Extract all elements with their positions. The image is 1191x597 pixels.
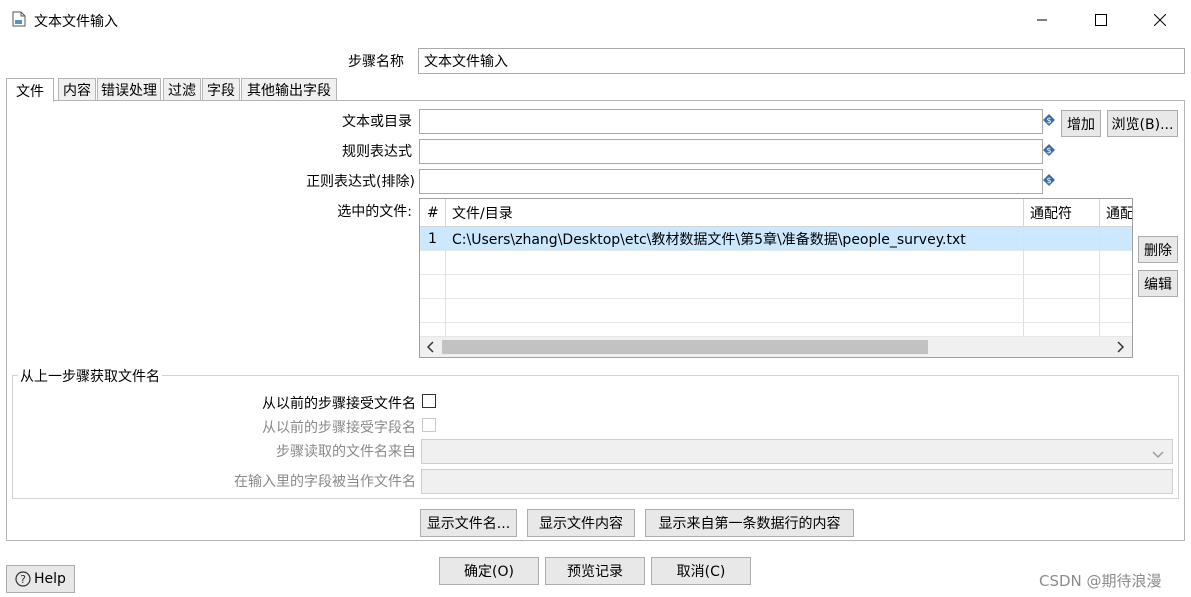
- field-as-filename-input[interactable]: [421, 469, 1173, 494]
- cancel-button[interactable]: 取消(C): [651, 557, 751, 585]
- show-filenames-button[interactable]: 显示文件名...: [420, 509, 517, 537]
- accept-fieldnames-checkbox[interactable]: [422, 418, 436, 432]
- variable-diamond-icon: $: [1043, 174, 1055, 190]
- field-as-filename-label: 在输入里的字段被当作文件名: [234, 474, 416, 490]
- row-wildcard-exclude[interactable]: [1100, 227, 1132, 251]
- horizontal-scrollbar[interactable]: [420, 337, 1132, 357]
- delete-button[interactable]: 删除: [1138, 236, 1178, 263]
- edit-button[interactable]: 编辑: [1138, 270, 1178, 297]
- window-title: 文本文件输入: [34, 14, 118, 30]
- watermark: CSDN @期待浪漫: [1039, 572, 1162, 590]
- scrollbar-thumb[interactable]: [442, 340, 928, 354]
- step-name-label: 步骤名称: [348, 54, 404, 70]
- svg-text:$: $: [1046, 176, 1051, 185]
- table-row: [420, 275, 1132, 299]
- step-source-label: 步骤读取的文件名来自: [276, 444, 416, 460]
- table-row: [420, 323, 1132, 337]
- svg-text:$: $: [1046, 116, 1051, 125]
- svg-text:?: ?: [20, 573, 26, 586]
- table-row: [420, 251, 1132, 275]
- regex-exclude-input[interactable]: [419, 169, 1043, 194]
- tab-other-output-fields[interactable]: 其他输出字段: [241, 78, 337, 100]
- column-header-wildcard-exclude[interactable]: 通配: [1100, 199, 1132, 227]
- ok-button[interactable]: 确定(O): [439, 557, 539, 585]
- show-first-row-button[interactable]: 显示来自第一条数据行的内容: [645, 509, 854, 537]
- title-bar: 文本文件输入: [0, 0, 1191, 40]
- minimize-button[interactable]: [1020, 6, 1064, 34]
- file-or-dir-label: 文本或目录: [342, 114, 412, 130]
- svg-text:$: $: [1046, 146, 1051, 155]
- step-name-input[interactable]: 文本文件输入: [418, 48, 1185, 74]
- show-file-content-button[interactable]: 显示文件内容: [527, 509, 635, 537]
- variable-diamond-icon: $: [1043, 144, 1055, 160]
- accept-filenames-label: 从以前的步骤接受文件名: [262, 396, 416, 412]
- selected-files-label: 选中的文件:: [337, 204, 412, 220]
- tab-fields[interactable]: 字段: [202, 78, 240, 100]
- tab-error-handling[interactable]: 错误处理: [97, 78, 161, 100]
- close-button[interactable]: [1138, 6, 1182, 34]
- preview-button[interactable]: 预览记录: [545, 557, 645, 585]
- prev-step-group-title: 从上一步骤获取文件名: [18, 366, 162, 386]
- row-file-path[interactable]: C:\Users\zhang\Desktop\etc\教材数据文件\第5章\准备…: [446, 227, 1024, 251]
- column-header-file-dir[interactable]: 文件/目录: [446, 199, 1024, 227]
- help-label: Help: [34, 571, 66, 587]
- question-circle-icon: ?: [15, 571, 31, 587]
- document-icon: [12, 11, 26, 31]
- column-header-index[interactable]: #: [420, 199, 446, 227]
- regex-input[interactable]: [419, 139, 1043, 164]
- file-or-dir-input[interactable]: [419, 109, 1043, 134]
- tab-content[interactable]: 内容: [58, 78, 96, 100]
- chevron-left-icon[interactable]: [426, 341, 434, 357]
- row-index: 1: [420, 227, 446, 251]
- accept-filenames-checkbox[interactable]: [422, 394, 436, 408]
- browse-button[interactable]: 浏览(B)...: [1107, 110, 1178, 137]
- table-row: [420, 299, 1132, 323]
- variable-diamond-icon: $: [1043, 114, 1055, 130]
- add-button[interactable]: 增加: [1061, 110, 1101, 137]
- selected-files-table[interactable]: # 文件/目录 通配符 通配 1 C:\Users\zhang\Desktop\…: [419, 198, 1133, 358]
- regex-exclude-label: 正则表达式(排除): [306, 174, 415, 190]
- chevron-down-icon: [1152, 447, 1164, 463]
- accept-fieldnames-label: 从以前的步骤接受字段名: [262, 420, 416, 436]
- step-source-select[interactable]: [421, 439, 1173, 464]
- row-wildcard[interactable]: [1024, 227, 1100, 251]
- chevron-right-icon[interactable]: [1117, 341, 1125, 357]
- maximize-button[interactable]: [1079, 6, 1123, 34]
- help-button[interactable]: ? Help: [6, 565, 75, 593]
- table-row[interactable]: 1 C:\Users\zhang\Desktop\etc\教材数据文件\第5章\…: [420, 227, 1132, 251]
- column-header-wildcard[interactable]: 通配符: [1024, 199, 1100, 227]
- tab-file[interactable]: 文件: [6, 78, 54, 102]
- regex-label: 规则表达式: [342, 144, 412, 160]
- tab-filter[interactable]: 过滤: [163, 78, 201, 100]
